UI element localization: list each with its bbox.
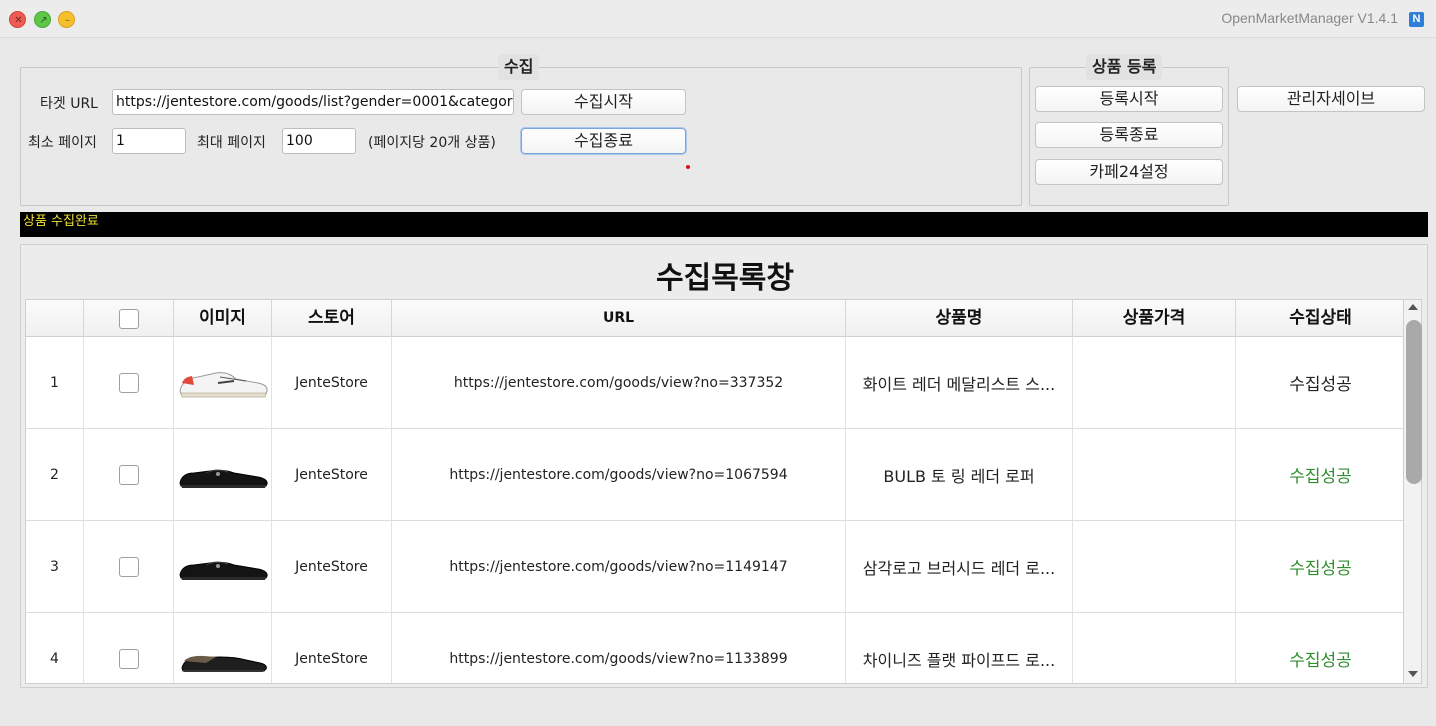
collect-stop-button[interactable]: 수집종료 <box>521 128 686 154</box>
scroll-thumb[interactable] <box>1406 320 1422 484</box>
col-header-store[interactable]: 스토어 <box>272 300 392 337</box>
product-image <box>174 337 272 428</box>
table-row[interactable]: 3 JenteStore https://jentestore.com/good… <box>26 521 1403 613</box>
row-status: 수집성공 <box>1289 467 1352 487</box>
row-number: 2 <box>26 429 84 520</box>
scroll-down-arrow-icon[interactable] <box>1408 671 1418 677</box>
col-header-price[interactable]: 상품가격 <box>1073 300 1236 337</box>
row-status: 수집성공 <box>1289 559 1352 579</box>
row-store: JenteStore <box>272 613 392 683</box>
white-sneaker-image <box>176 361 270 405</box>
table-row[interactable]: 2 JenteStore https://jentestore.com/good… <box>26 429 1403 521</box>
collection-list-panel: 수집목록창 이미지 스토어 URL 상품명 상품가격 수집상태 1 JenteS… <box>20 244 1428 688</box>
indicator-dot <box>686 165 690 169</box>
table-row[interactable]: 1 JenteStore https://jentestore.com/good… <box>26 337 1403 429</box>
table-scrollbar[interactable] <box>1404 299 1422 684</box>
collect-group-title: 수집 <box>498 54 540 80</box>
table-row[interactable]: 4 JenteStore https://jentestore.com/good… <box>26 613 1403 683</box>
cafe24-settings-button[interactable]: 카페24설정 <box>1035 159 1223 185</box>
target-url-input[interactable]: https://jentestore.com/goods/list?gender… <box>112 89 514 115</box>
close-window-button[interactable]: ✕ <box>9 11 26 28</box>
row-url: https://jentestore.com/goods/view?no=114… <box>392 521 846 612</box>
black-slip-on-image <box>176 637 270 681</box>
app-title: OpenMarketManager V1.4.1 <box>1221 10 1398 26</box>
row-select-cell[interactable] <box>84 521 174 612</box>
col-header-image[interactable]: 이미지 <box>174 300 272 337</box>
row-status: 수집성공 <box>1289 375 1352 395</box>
collection-table: 이미지 스토어 URL 상품명 상품가격 수집상태 1 JenteStore h… <box>25 299 1404 684</box>
row-store: JenteStore <box>272 337 392 428</box>
status-bar: 상품 수집완료 <box>20 212 1428 237</box>
row-price <box>1073 429 1236 520</box>
col-header-product-name[interactable]: 상품명 <box>846 300 1073 337</box>
col-header-index <box>26 300 84 337</box>
product-image <box>174 613 272 683</box>
col-header-select[interactable] <box>84 300 174 337</box>
row-product-name: 삼각로고 브러시드 레더 로... <box>846 521 1073 612</box>
admin-save-button[interactable]: 관리자세이브 <box>1237 86 1425 112</box>
row-store: JenteStore <box>272 521 392 612</box>
row-url: https://jentestore.com/goods/view?no=337… <box>392 337 846 428</box>
row-product-name: 차이니즈 플랫 파이프드 로... <box>846 613 1073 683</box>
row-url: https://jentestore.com/goods/view?no=113… <box>392 613 846 683</box>
title-bar: ✕ ↗ – OpenMarketManager V1.4.1 N <box>0 0 1436 38</box>
max-page-input[interactable]: 100 <box>282 128 356 154</box>
row-product-name: BULB 토 링 레더 로퍼 <box>846 429 1073 520</box>
app-n-icon: N <box>1409 12 1424 27</box>
row-checkbox[interactable] <box>118 464 139 485</box>
row-select-cell[interactable] <box>84 429 174 520</box>
min-page-label: 최소 페이지 <box>28 135 97 151</box>
row-number: 3 <box>26 521 84 612</box>
register-group-title: 상품 등록 <box>1086 54 1163 80</box>
row-select-cell[interactable] <box>84 337 174 428</box>
col-header-status[interactable]: 수집상태 <box>1236 300 1403 337</box>
close-icon: ✕ <box>14 15 23 26</box>
list-title: 수집목록창 <box>656 261 794 296</box>
product-image <box>174 429 272 520</box>
collect-start-button[interactable]: 수집시작 <box>521 89 686 115</box>
target-url-label: 타겟 URL <box>40 96 98 112</box>
row-url: https://jentestore.com/goods/view?no=106… <box>392 429 846 520</box>
register-start-button[interactable]: 등록시작 <box>1035 86 1223 112</box>
col-header-url[interactable]: URL <box>392 300 846 337</box>
black-loafer-image <box>176 545 270 589</box>
row-product-name: 화이트 레더 메달리스트 스... <box>846 337 1073 428</box>
maximize-icon: ↗ <box>39 15 48 26</box>
minimize-window-button[interactable]: – <box>58 11 75 28</box>
row-checkbox[interactable] <box>118 372 139 393</box>
table-header: 이미지 스토어 URL 상품명 상품가격 수집상태 <box>26 300 1403 337</box>
row-number: 4 <box>26 613 84 683</box>
row-number: 1 <box>26 337 84 428</box>
minimize-icon: – <box>65 15 70 26</box>
maximize-window-button[interactable]: ↗ <box>34 11 51 28</box>
row-price <box>1073 521 1236 612</box>
row-select-cell[interactable] <box>84 613 174 683</box>
row-checkbox[interactable] <box>118 556 139 577</box>
per-page-note: (페이지당 20개 상품) <box>368 135 496 151</box>
row-price <box>1073 337 1236 428</box>
min-page-input[interactable]: 1 <box>112 128 186 154</box>
row-status: 수집성공 <box>1289 651 1352 671</box>
product-image <box>174 521 272 612</box>
register-stop-button[interactable]: 등록종료 <box>1035 122 1223 148</box>
max-page-label: 최대 페이지 <box>197 135 266 151</box>
scroll-up-arrow-icon[interactable] <box>1408 304 1418 310</box>
row-price <box>1073 613 1236 683</box>
select-all-checkbox[interactable] <box>118 308 139 329</box>
row-checkbox[interactable] <box>118 648 139 669</box>
row-store: JenteStore <box>272 429 392 520</box>
black-loafer-image <box>176 453 270 497</box>
